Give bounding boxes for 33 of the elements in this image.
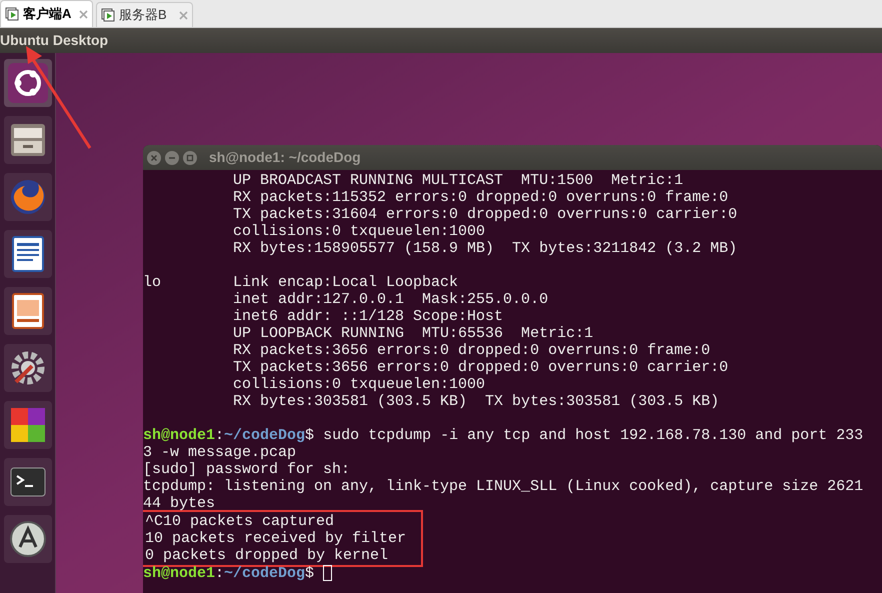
terminal-line: RX packets:3656 errors:0 dropped:0 overruns:0 frame:0 bbox=[232, 342, 710, 359]
terminal-line: inet addr:127.0.0.1 Mask:255.0.0.0 bbox=[232, 291, 548, 308]
terminal-line: tcpdump: listening on any, link-type LINUX_SLL (Linux cooked), capture size 2621 bbox=[143, 478, 864, 495]
vm-title: Ubuntu Desktop bbox=[0, 31, 108, 50]
tab-label: 服务器B bbox=[119, 6, 167, 24]
terminal-line: TX packets:31604 errors:0 dropped:0 overruns:0 carrier:0 bbox=[232, 206, 738, 223]
terminal-line: lo Link encap:Local Loopback bbox=[143, 274, 458, 291]
terminal-line: 44 bytes bbox=[143, 495, 216, 512]
terminal-line: collisions:0 txqueuelen:1000 bbox=[232, 376, 486, 393]
vm-icon bbox=[101, 8, 115, 22]
tab[interactable]: 客户端A bbox=[0, 0, 93, 27]
terminal-line: UP BROADCAST RUNNING MULTICAST MTU:1500 Metric:1 bbox=[232, 172, 684, 189]
maximize-icon[interactable] bbox=[183, 150, 197, 164]
close-icon[interactable] bbox=[147, 150, 161, 164]
prompt-line: sh@node1:~/codeDog$ sudo tcpdump -i any tcp and host 192.168.78.130 and port 233 bbox=[143, 427, 864, 444]
terminal-line: [sudo] password for sh: bbox=[143, 461, 350, 478]
terminal-line: RX bytes:158905577 (158.9 MB) TX bytes:3211842 (3.2 MB) bbox=[232, 240, 738, 257]
minimize-icon[interactable] bbox=[165, 150, 179, 164]
tab[interactable]: 服务器B bbox=[96, 2, 193, 27]
terminal-line: TX packets:3656 errors:0 dropped:0 overruns:0 carrier:0 bbox=[232, 359, 728, 376]
terminal-line: ^C10 packets captured bbox=[145, 513, 334, 530]
prompt-line: sh@node1:~/codeDog$ bbox=[143, 565, 882, 582]
terminal-line: 3 -w message.pcap bbox=[143, 444, 296, 461]
terminal-line: RX packets:115352 errors:0 dropped:0 overruns:0 frame:0 bbox=[232, 189, 728, 206]
terminal-line: collisions:0 txqueuelen:1000 bbox=[232, 223, 486, 240]
terminal-line: inet6 addr: ::1/128 Scope:Host bbox=[232, 308, 504, 325]
terminal-line: RX bytes:303581 (303.5 KB) TX bytes:303581 (303.5 KB) bbox=[232, 393, 720, 410]
terminal-title: sh@node1: ~/codeDog bbox=[209, 148, 361, 167]
terminal-line: 10 packets received by filter bbox=[145, 530, 406, 547]
tab-label: 客户端A bbox=[23, 5, 72, 24]
terminal-line: UP LOOPBACK RUNNING MTU:65536 Metric:1 bbox=[232, 325, 594, 342]
terminal-line: 0 packets dropped by kernel bbox=[145, 547, 388, 564]
vm-icon bbox=[5, 7, 19, 21]
